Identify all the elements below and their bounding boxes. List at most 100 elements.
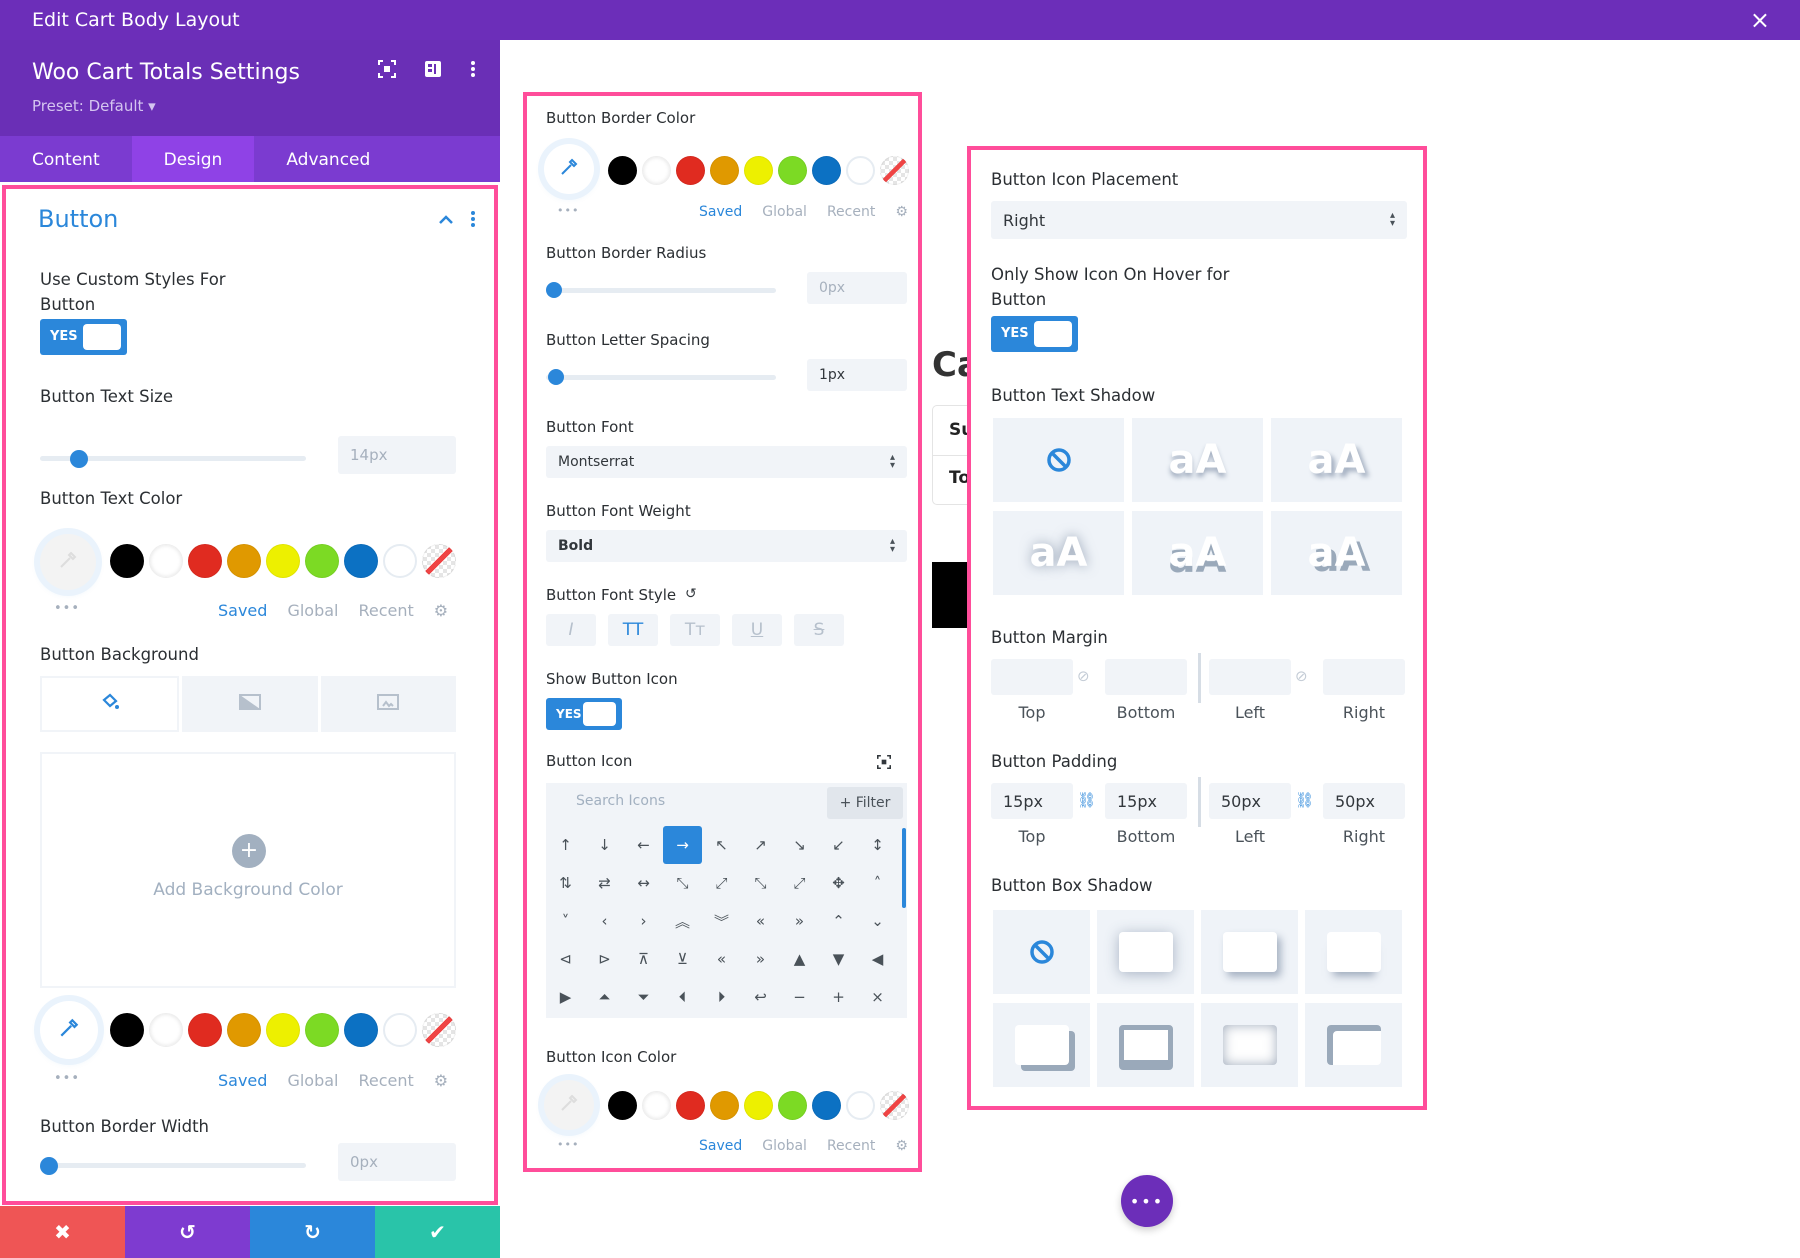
section-more-icon[interactable]	[470, 211, 476, 231]
tab-advanced[interactable]: Advanced	[254, 136, 402, 182]
spacing-input-right[interactable]	[1323, 659, 1405, 695]
more-vertical-icon[interactable]	[470, 60, 476, 83]
color-swatch[interactable]	[266, 1013, 300, 1047]
icon-option[interactable]: ˅	[546, 902, 585, 940]
palette-tab-global[interactable]: Global	[287, 1071, 338, 1090]
no-color-swatch[interactable]	[880, 156, 909, 185]
color-swatch[interactable]	[812, 156, 841, 185]
link-icon[interactable]: ⛓	[1077, 791, 1096, 809]
color-swatch[interactable]	[149, 1013, 183, 1047]
color-swatch[interactable]	[266, 544, 300, 578]
text-size-input[interactable]: 14px	[338, 436, 456, 474]
box-shadow-option[interactable]	[1201, 1003, 1298, 1087]
icon-placement-select[interactable]: Right ▴ ▾	[991, 201, 1407, 239]
box-shadow-option[interactable]	[1201, 910, 1298, 994]
icon-option[interactable]: ⤢	[780, 864, 819, 902]
icon-option[interactable]: ✥	[819, 864, 858, 902]
color-swatch[interactable]	[383, 544, 417, 578]
color-swatch[interactable]	[227, 544, 261, 578]
letter-spacing-slider[interactable]	[546, 375, 776, 380]
box-shadow-option[interactable]	[1305, 910, 1402, 994]
font-style-uppercase[interactable]: TT	[608, 614, 658, 646]
expand-icon[interactable]	[877, 754, 891, 773]
box-shadow-none[interactable]	[993, 910, 1090, 994]
palette-tab-recent[interactable]: Recent	[358, 601, 413, 620]
color-swatch[interactable]	[676, 1091, 705, 1120]
color-swatch[interactable]	[642, 156, 671, 185]
checkout-button-preview[interactable]	[932, 562, 967, 628]
bg-tab-image[interactable]	[320, 676, 456, 732]
section-title[interactable]: Button	[38, 205, 118, 233]
icon-option[interactable]: ⏴	[663, 978, 702, 1016]
icon-option[interactable]: ⏵	[702, 978, 741, 1016]
spacing-input-right[interactable]: 50px	[1323, 783, 1405, 819]
icon-color-more-dots[interactable]: •••	[557, 1138, 579, 1151]
icon-option[interactable]: −	[780, 978, 819, 1016]
icon-option[interactable]: ˄	[858, 864, 897, 902]
icon-option[interactable]: ↗	[741, 826, 780, 864]
text-shadow-option[interactable]: aA	[1132, 511, 1263, 595]
icon-option[interactable]: ↙	[819, 826, 858, 864]
split-view-icon[interactable]	[424, 60, 442, 83]
spacing-input-top[interactable]: 15px	[991, 783, 1073, 819]
icon-option[interactable]: ↑	[546, 826, 585, 864]
color-swatch[interactable]	[188, 544, 222, 578]
color-swatch[interactable]	[608, 1091, 637, 1120]
icon-option[interactable]: +	[819, 978, 858, 1016]
undo-button[interactable]: ↺	[125, 1206, 250, 1258]
icon-option[interactable]: ⇅	[546, 864, 585, 902]
palette-tab-saved[interactable]: Saved	[699, 1138, 742, 1154]
text-shadow-option[interactable]: aA	[1271, 418, 1402, 502]
icon-option[interactable]: ⊳	[585, 940, 624, 978]
color-swatch[interactable]	[305, 1013, 339, 1047]
icon-option[interactable]: ↖	[702, 826, 741, 864]
color-swatch[interactable]	[110, 544, 144, 578]
background-color-picker[interactable]	[40, 1001, 98, 1059]
color-swatch[interactable]	[744, 1091, 773, 1120]
icon-option[interactable]: «	[741, 902, 780, 940]
palette-tab-saved[interactable]: Saved	[699, 204, 742, 220]
icon-filter-button[interactable]: + Filter	[827, 787, 903, 819]
icon-option[interactable]: ◀	[858, 940, 897, 978]
color-swatch[interactable]	[778, 1091, 807, 1120]
palette-settings-icon[interactable]: ⚙	[895, 204, 908, 220]
icon-option[interactable]: »	[780, 902, 819, 940]
color-swatch[interactable]	[344, 544, 378, 578]
color-swatch[interactable]	[344, 1013, 378, 1047]
icon-option[interactable]: ←	[624, 826, 663, 864]
spacing-input-bottom[interactable]: 15px	[1105, 783, 1187, 819]
font-select[interactable]: Montserrat ▴ ▾	[546, 446, 907, 478]
focus-icon[interactable]	[378, 60, 396, 83]
unlink-icon[interactable]: ⊘	[1077, 667, 1090, 685]
icon-grid-scrollbar[interactable]	[902, 828, 906, 908]
border-width-slider[interactable]	[40, 1163, 306, 1168]
bg-tab-gradient[interactable]	[182, 676, 318, 732]
color-swatch[interactable]	[812, 1091, 841, 1120]
spacing-input-bottom[interactable]	[1105, 659, 1187, 695]
preset-dropdown[interactable]: Preset: Default ▾	[32, 97, 156, 115]
icon-option[interactable]: ︾	[702, 902, 741, 940]
box-shadow-option[interactable]	[1097, 910, 1194, 994]
color-swatch[interactable]	[846, 156, 875, 185]
color-swatch[interactable]	[608, 156, 637, 185]
icon-option[interactable]: ⌃	[819, 902, 858, 940]
spacing-input-left[interactable]: 50px	[1209, 783, 1291, 819]
add-icon[interactable]: +	[232, 834, 266, 868]
box-shadow-option[interactable]	[1305, 1003, 1402, 1087]
show-icon-toggle[interactable]: YES	[546, 698, 622, 730]
icon-color-picker[interactable]	[544, 1080, 594, 1130]
palette-tab-recent[interactable]: Recent	[358, 1071, 413, 1090]
icon-option[interactable]: «	[702, 940, 741, 978]
add-background-area[interactable]: + Add Background Color	[40, 752, 456, 988]
icon-option[interactable]: ⊲	[546, 940, 585, 978]
color-swatch[interactable]	[383, 1013, 417, 1047]
letter-spacing-slider-handle[interactable]	[548, 369, 564, 385]
icon-option[interactable]: ▶	[546, 978, 585, 1016]
border-width-input[interactable]: 0px	[338, 1143, 456, 1181]
no-color-swatch[interactable]	[422, 1013, 456, 1047]
icon-option[interactable]: ›	[624, 902, 663, 940]
icon-option[interactable]: ⤡	[663, 864, 702, 902]
color-swatch[interactable]	[149, 544, 183, 578]
icon-search-input[interactable]: Search Icons	[576, 793, 665, 809]
icon-option[interactable]: ▲	[780, 940, 819, 978]
